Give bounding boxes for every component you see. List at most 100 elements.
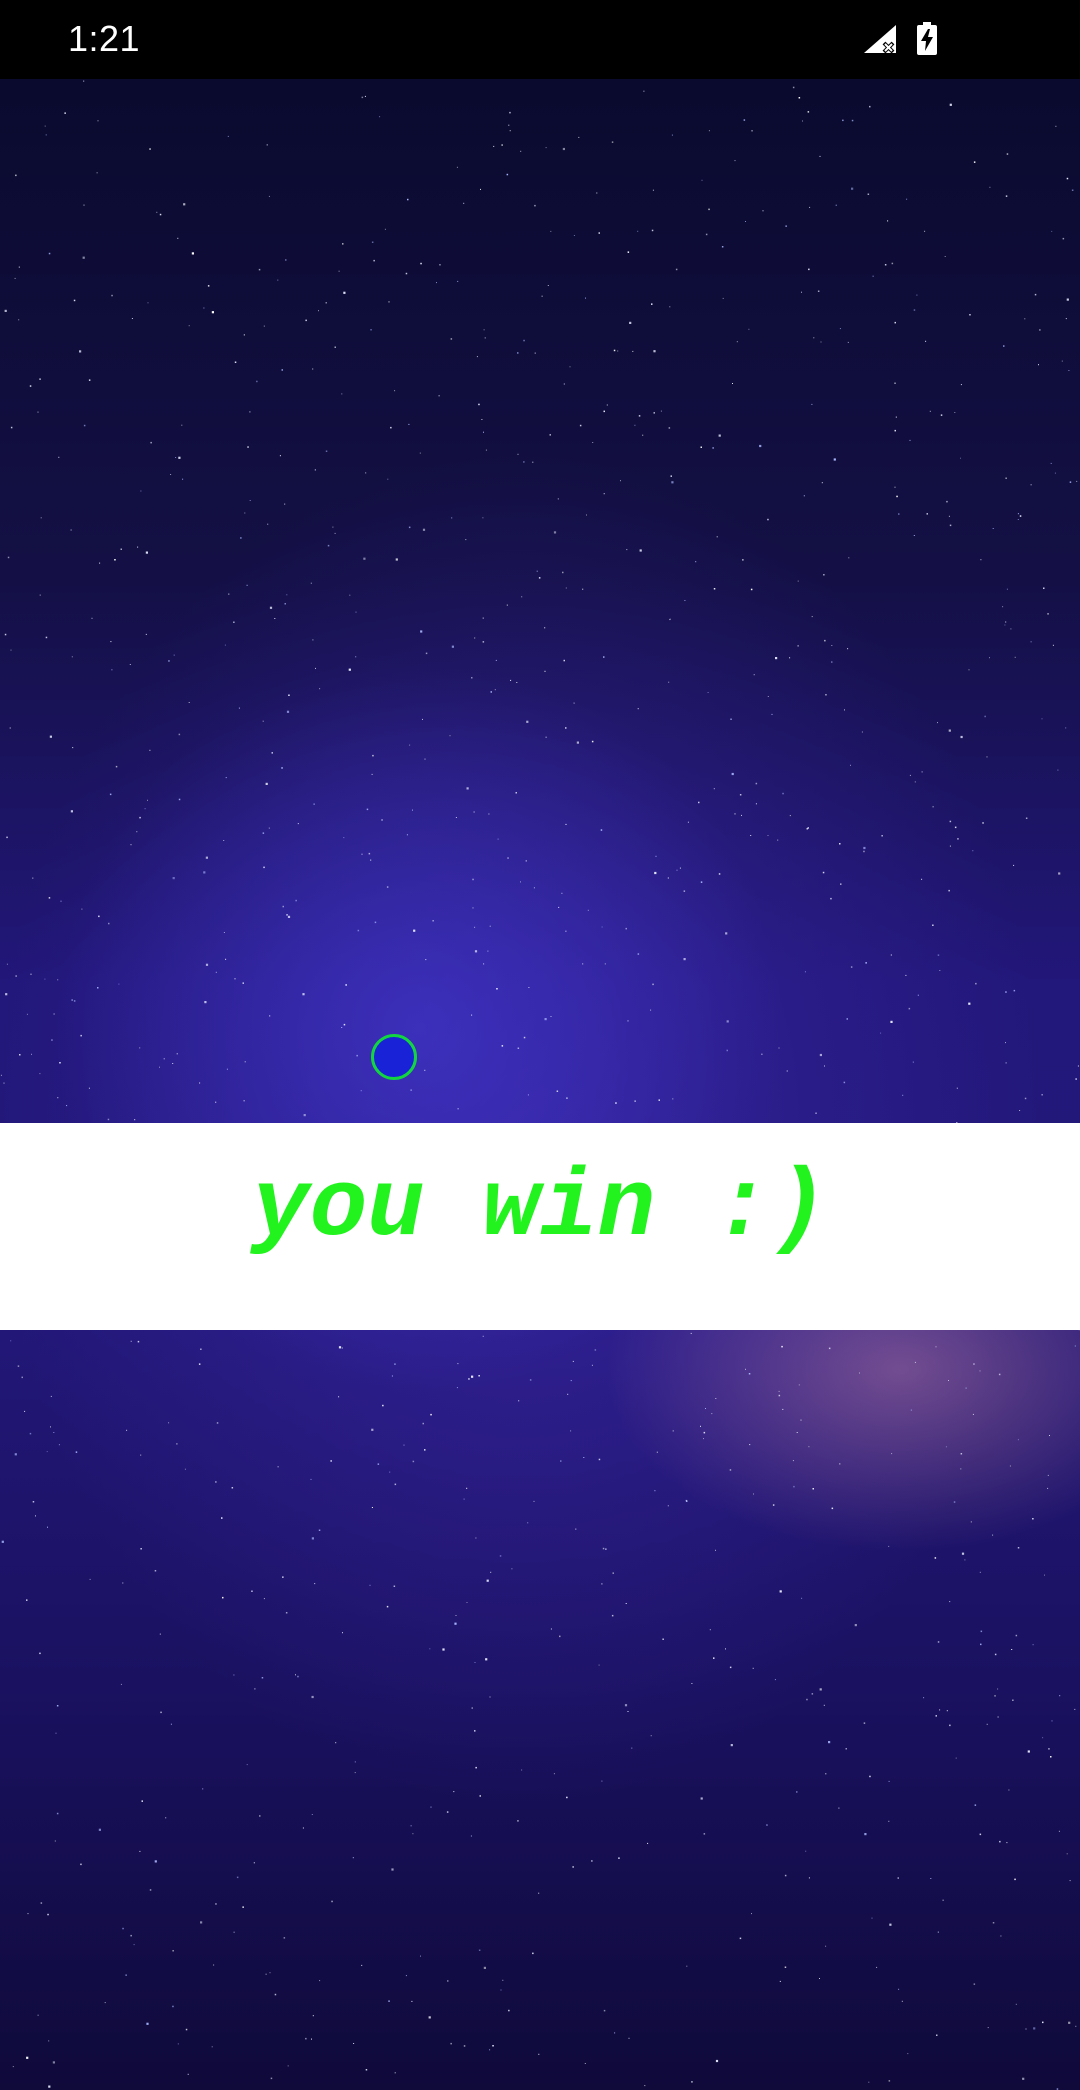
star xyxy=(484,337,486,339)
star xyxy=(594,1349,597,1351)
star xyxy=(521,1769,523,1771)
star xyxy=(413,929,416,932)
star xyxy=(175,457,177,458)
star xyxy=(979,1370,981,1372)
star xyxy=(204,1001,207,1004)
star xyxy=(429,1648,431,1650)
star xyxy=(949,1724,951,1727)
star xyxy=(808,268,810,271)
star xyxy=(263,866,265,869)
star xyxy=(683,890,686,892)
star xyxy=(1002,606,1004,608)
star xyxy=(88,379,91,381)
star xyxy=(178,798,181,801)
star xyxy=(389,1471,391,1473)
star xyxy=(0,1074,2,1076)
star xyxy=(1033,2027,1036,2030)
star xyxy=(778,1047,780,1049)
star xyxy=(364,95,366,97)
star xyxy=(868,2081,870,2083)
star xyxy=(479,1795,481,1797)
star xyxy=(475,1537,477,1539)
star xyxy=(126,1429,128,1431)
star xyxy=(149,148,151,150)
star xyxy=(949,524,952,527)
star xyxy=(592,442,594,443)
star xyxy=(796,1791,798,1793)
star xyxy=(104,2002,106,2004)
star xyxy=(70,529,72,531)
star xyxy=(497,838,499,840)
star xyxy=(518,1400,520,1402)
star xyxy=(670,475,672,477)
star xyxy=(587,909,589,911)
star xyxy=(831,645,833,646)
star xyxy=(29,385,32,387)
star xyxy=(30,973,32,975)
star xyxy=(251,1590,253,1592)
star xyxy=(999,1840,1001,1843)
star xyxy=(825,1945,827,1947)
star xyxy=(172,1063,174,1064)
star xyxy=(515,792,517,794)
star xyxy=(828,1741,831,1744)
star xyxy=(1005,1062,1007,1064)
star xyxy=(311,1695,314,1699)
star xyxy=(412,1833,414,1835)
star xyxy=(130,1934,132,1937)
star xyxy=(603,493,605,495)
star xyxy=(60,900,62,902)
star xyxy=(655,855,657,857)
star xyxy=(533,887,535,889)
signal-no-service-icon xyxy=(864,25,896,54)
star xyxy=(216,1422,219,1424)
star xyxy=(809,206,811,208)
star xyxy=(992,1534,994,1536)
star xyxy=(215,1101,217,1103)
star xyxy=(987,2027,989,2029)
star xyxy=(240,537,242,539)
star xyxy=(500,1989,502,1991)
star xyxy=(177,237,179,239)
star xyxy=(955,1757,957,1759)
star xyxy=(948,889,950,892)
star xyxy=(968,669,970,671)
star xyxy=(457,280,459,282)
star xyxy=(624,1704,628,1707)
star xyxy=(110,641,112,643)
star xyxy=(854,1624,857,1627)
star xyxy=(601,1780,603,1782)
star xyxy=(961,1552,965,1555)
star xyxy=(734,160,736,162)
star xyxy=(286,914,288,916)
star xyxy=(805,1850,807,1852)
star xyxy=(449,735,451,737)
star xyxy=(476,356,478,358)
star xyxy=(249,411,251,413)
star xyxy=(1059,1695,1061,1697)
star xyxy=(1047,1474,1049,1476)
star xyxy=(111,294,113,297)
star xyxy=(647,1842,649,1844)
star xyxy=(743,119,746,121)
star xyxy=(1050,462,1052,464)
star xyxy=(729,1666,732,1669)
star xyxy=(463,202,465,204)
star xyxy=(980,559,982,561)
star xyxy=(888,2080,891,2082)
star xyxy=(172,877,175,880)
star xyxy=(679,867,681,869)
star xyxy=(314,1583,316,1585)
star xyxy=(70,810,73,813)
star xyxy=(628,2037,630,2039)
star xyxy=(24,1410,26,1412)
game-area[interactable]: you win :) xyxy=(0,79,1080,2090)
star xyxy=(604,963,606,965)
star xyxy=(318,1529,321,1531)
star xyxy=(471,1707,473,1709)
star xyxy=(231,1487,234,1489)
star xyxy=(651,303,653,305)
star xyxy=(510,679,512,681)
star xyxy=(934,1557,937,1559)
star xyxy=(490,1571,492,1573)
